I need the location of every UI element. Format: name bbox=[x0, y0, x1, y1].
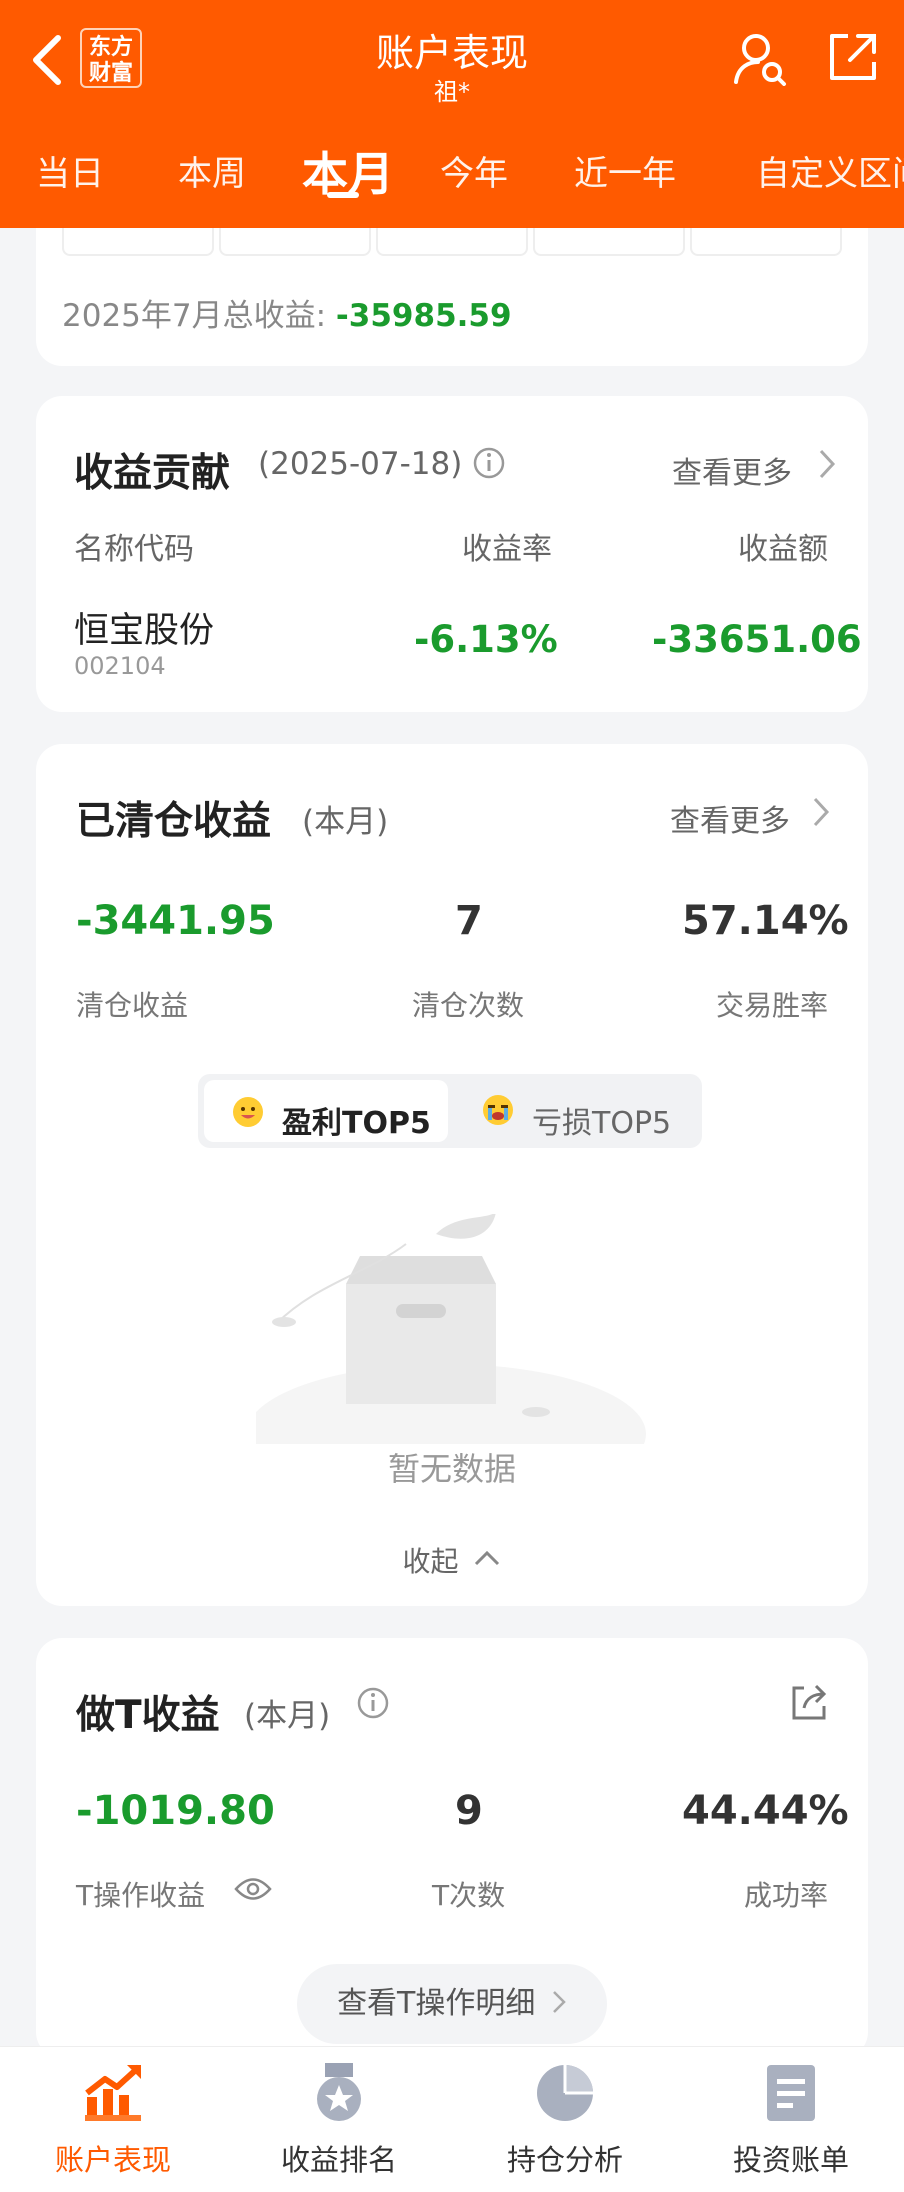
col-rate: 收益率 bbox=[462, 532, 552, 567]
cleared-title: 已清仓收益 bbox=[76, 799, 272, 844]
empty-state-text: 暂无数据 bbox=[387, 1450, 516, 1488]
header-bar: 东方财富 账户表现 祖* bbox=[0, 0, 904, 124]
t-profit-label: T操作收益 bbox=[76, 1879, 206, 1912]
bill-icon bbox=[767, 2065, 815, 2121]
tab-today[interactable]: 当日 bbox=[36, 146, 104, 195]
winrate-value: 57.14% bbox=[682, 898, 849, 944]
chevron-right-icon bbox=[553, 1991, 566, 2013]
medal-icon bbox=[317, 2063, 361, 2121]
monthly-total: 2025年7月总收益: -35985.59 bbox=[62, 290, 512, 335]
user-switch-icon[interactable] bbox=[732, 30, 788, 86]
contribution-title: 收益贡献 bbox=[74, 451, 231, 496]
t-count-label: T次数 bbox=[432, 1879, 506, 1912]
success-rate-label: 成功率 bbox=[744, 1879, 829, 1912]
nav-profit-ranking[interactable]: 收益排名 bbox=[226, 2047, 452, 2192]
calendar-cell bbox=[690, 228, 842, 256]
col-name-code: 名称代码 bbox=[74, 532, 194, 567]
success-rate-value: 44.44% bbox=[682, 1788, 849, 1834]
t-trade-title: 做T收益 bbox=[76, 1693, 220, 1738]
crying-emoji-icon bbox=[483, 1095, 513, 1125]
chart-trend-icon bbox=[85, 2064, 142, 2121]
tab-custom[interactable]: 自定义区间 bbox=[756, 146, 904, 195]
t-trade-card: 做T收益 (本月) -1019.80 T操作收益 9 T次数 44.44% 成功… bbox=[36, 1638, 868, 2058]
calendar-cell bbox=[376, 228, 528, 256]
share-out-icon[interactable] bbox=[788, 1682, 828, 1722]
stock-amount: -33651.06 bbox=[652, 618, 862, 661]
top5-toggle: 盈利TOP5 亏损TOP5 bbox=[198, 1074, 702, 1148]
calendar-row-partial bbox=[62, 228, 842, 256]
info-icon[interactable] bbox=[356, 1686, 390, 1720]
share-icon[interactable] bbox=[826, 30, 880, 84]
chevron-right-icon bbox=[813, 797, 830, 827]
nav-label: 持仓分析 bbox=[506, 2143, 623, 2177]
period-tabs: 当日 本周 本月 今年 近一年 自定义区间 bbox=[0, 124, 904, 228]
calendar-cell bbox=[62, 228, 214, 256]
winrate-label: 交易胜率 bbox=[716, 989, 829, 1022]
cleared-count-value: 7 bbox=[455, 898, 483, 944]
tab-year[interactable]: 今年 bbox=[440, 146, 508, 195]
t-count-value: 9 bbox=[455, 1788, 483, 1834]
bottom-nav: 账户表现 收益排名 持仓分析 投资账单 bbox=[0, 2046, 904, 2192]
chevron-right-icon bbox=[819, 449, 836, 479]
collapse-button[interactable]: 收起 bbox=[36, 1540, 868, 1580]
app-header: 东方财富 账户表现 祖* 当日 本周 本月 今年 近一年 自定义区间 bbox=[0, 0, 904, 228]
monthly-total-value: -35985.59 bbox=[335, 298, 512, 334]
info-icon[interactable] bbox=[472, 446, 506, 480]
cleared-profit-card: 已清仓收益 (本月) 查看更多 -3441.95 清仓收益 7 清仓次数 57.… bbox=[36, 744, 868, 1606]
nav-account-performance[interactable]: 账户表现 bbox=[0, 2047, 226, 2192]
cleared-profit-label: 清仓收益 bbox=[76, 989, 189, 1022]
t-detail-label: 查看T操作明细 bbox=[337, 1986, 536, 2021]
monthly-total-label: 2025年7月总收益: bbox=[62, 298, 336, 334]
pie-chart-icon bbox=[537, 2065, 593, 2121]
active-tab-indicator bbox=[327, 192, 359, 198]
chevron-up-icon bbox=[475, 1550, 500, 1566]
nav-label: 账户表现 bbox=[54, 2143, 171, 2177]
collapse-label: 收起 bbox=[402, 1545, 459, 1578]
profit-top5-label: 盈利TOP5 bbox=[282, 1106, 431, 1141]
contribution-card: 收益贡献 (2025-07-18) 查看更多 名称代码 收益率 收益额 恒宝股份… bbox=[36, 396, 868, 712]
cleared-count-label: 清仓次数 bbox=[412, 989, 525, 1022]
stock-rate: -6.13% bbox=[414, 618, 558, 661]
tab-last-year[interactable]: 近一年 bbox=[574, 146, 676, 195]
stock-code: 002104 bbox=[74, 652, 166, 680]
col-amount: 收益额 bbox=[738, 532, 828, 567]
eye-icon[interactable] bbox=[234, 1876, 272, 1902]
nav-investment-bill[interactable]: 投资账单 bbox=[678, 2047, 904, 2192]
contribution-date: (2025-07-18) bbox=[258, 446, 463, 482]
t-detail-button[interactable]: 查看T操作明细 bbox=[297, 1964, 607, 2044]
calendar-cell bbox=[219, 228, 371, 256]
t-trade-period: (本月) bbox=[244, 1698, 331, 1734]
profit-top5-tab[interactable]: 盈利TOP5 bbox=[204, 1080, 448, 1142]
nav-label: 收益排名 bbox=[280, 2143, 397, 2177]
cleared-more-link[interactable]: 查看更多 bbox=[670, 796, 790, 840]
calendar-cell bbox=[533, 228, 685, 256]
stock-name: 恒宝股份 bbox=[74, 611, 215, 651]
nav-label: 投资账单 bbox=[732, 2143, 849, 2177]
cleared-profit-value: -3441.95 bbox=[76, 898, 275, 944]
smile-emoji-icon bbox=[233, 1097, 263, 1127]
t-profit-value: -1019.80 bbox=[76, 1788, 275, 1834]
contribution-more-link[interactable]: 查看更多 bbox=[672, 448, 792, 492]
nav-holding-analysis[interactable]: 持仓分析 bbox=[452, 2047, 678, 2192]
empty-box-illustration bbox=[256, 1214, 646, 1444]
loss-top5-label: 亏损TOP5 bbox=[532, 1106, 672, 1141]
cleared-period: (本月) bbox=[302, 804, 389, 840]
tab-week[interactable]: 本周 bbox=[178, 146, 246, 195]
